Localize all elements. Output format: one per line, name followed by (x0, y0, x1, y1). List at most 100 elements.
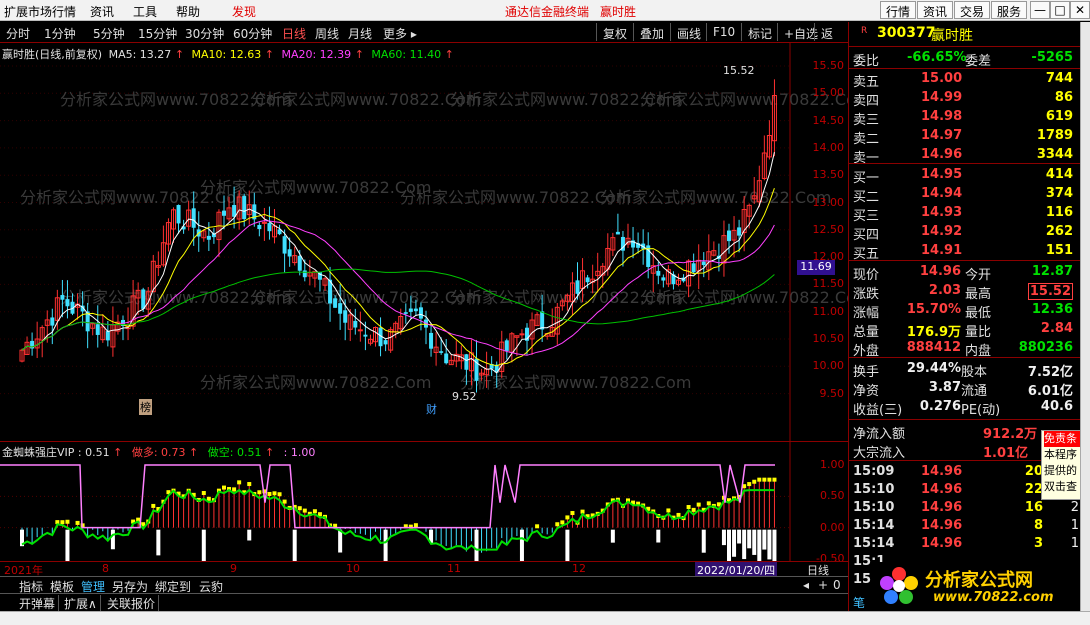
disclaimer-popup[interactable]: 免责条 本程序 提供的 双击查 (1041, 430, 1081, 500)
weibi-label: 委比 (853, 54, 880, 69)
stat-label: 最高 (965, 287, 992, 302)
stat-value: 14.96 (919, 264, 961, 279)
period-tab-daily[interactable]: 日线 (282, 25, 306, 42)
date-label: 12 (572, 562, 586, 575)
bid-volume: 414 (1045, 167, 1073, 182)
stat-label: 流通 (961, 384, 988, 399)
stat-row: 现价 14.96 今开 12.87 (849, 263, 1081, 283)
toggle-danmaku[interactable]: 开弹幕 (16, 595, 60, 612)
trade-button[interactable]: 交易 (954, 1, 991, 19)
bang-marker[interactable]: 榜 (139, 399, 152, 415)
candle (328, 266, 333, 322)
bid-row[interactable]: 买三 14.93 116 (849, 204, 1081, 224)
candle (737, 219, 742, 253)
plus-icon[interactable]: + (815, 578, 831, 592)
candle (90, 322, 96, 336)
ind-dot (247, 482, 252, 487)
candle (292, 246, 298, 266)
mark-button[interactable]: 标记 (741, 23, 778, 41)
indicator-chart[interactable]: 金蜘蛛强庄VIP : 0.51 ↑ 做多: 0.73 ↑ 做空: 0.51 ↑ … (0, 441, 848, 565)
tick-count: 2 (1070, 500, 1079, 515)
draw-line-button[interactable]: 画线 (670, 23, 707, 41)
f10-button[interactable]: F10 (706, 23, 741, 41)
menu-item-tools[interactable]: 工具 (133, 3, 157, 20)
ind-white-bar (292, 529, 297, 562)
period-tab-weekly[interactable]: 周线 (315, 25, 339, 42)
news-button[interactable]: 资讯 (917, 1, 954, 19)
period-tab-60min[interactable]: 60分钟 (233, 25, 272, 42)
bid-row[interactable]: 买五 14.91 151 (849, 242, 1081, 262)
adjust-button[interactable]: 复权 (596, 23, 633, 41)
ind-white-bar (732, 529, 737, 557)
overlay-button[interactable]: 叠加 (633, 23, 670, 41)
flow-value: 1.01亿 (983, 446, 1029, 461)
candle (661, 274, 666, 288)
quote-button[interactable]: 行情 (880, 1, 917, 19)
candle (50, 308, 55, 345)
ask-row[interactable]: 卖三 14.98 619 (849, 108, 1081, 128)
r-mark: R (861, 26, 868, 36)
ind-white-bar (110, 529, 115, 550)
candle (625, 223, 631, 249)
ind-axis-label: 1.00 (820, 458, 845, 471)
bid-row[interactable]: 买二 14.94 374 (849, 185, 1081, 205)
close-icon[interactable]: ✕ (1070, 1, 1090, 19)
indicator-tabs: 指标 模板 管理 另存为 绑定到 云豹 ◂ + 0 (0, 576, 848, 594)
service-button[interactable]: 服务 (991, 1, 1028, 19)
expand-button[interactable]: 扩展∧ (61, 595, 101, 612)
bid-row[interactable]: 买四 14.92 262 (849, 223, 1081, 243)
stat-value: 29.44% (906, 361, 961, 376)
period-tab-5min[interactable]: 5分钟 (93, 25, 125, 42)
scroll-left-icon[interactable]: ◂ (800, 578, 812, 592)
period-tab-more[interactable]: 更多 ▸ (383, 25, 417, 42)
minimize-icon[interactable]: — (1030, 1, 1050, 19)
maximize-icon[interactable]: □ (1050, 1, 1070, 19)
ask-row[interactable]: 卖四 14.99 86 (849, 89, 1081, 109)
weibi-value: -66.65% (907, 50, 967, 65)
candle (257, 222, 262, 237)
period-tab-monthly[interactable]: 月线 (348, 25, 372, 42)
ask-row[interactable]: 卖五 15.00 744 (849, 70, 1081, 90)
ask-row[interactable]: 卖二 14.97 1789 (849, 127, 1081, 147)
tick-mode-label[interactable]: 笔 (853, 594, 865, 611)
ask-price: 14.97 (921, 128, 963, 143)
weicha-value: -5265 (1031, 50, 1073, 65)
candle (509, 332, 515, 363)
ind-dot (151, 503, 156, 508)
candle (691, 253, 696, 274)
period-tab-30min[interactable]: 30分钟 (185, 25, 224, 42)
vertical-scrollbar[interactable] (1080, 22, 1090, 611)
candle (646, 232, 651, 279)
stat-label: 今开 (965, 268, 992, 283)
menu-item-discover[interactable]: 发现 (232, 3, 256, 20)
flow-label: 大宗流入 (853, 446, 906, 461)
stat-label: 现价 (853, 268, 880, 283)
candle (731, 216, 737, 258)
low-label: 9.52 (452, 390, 477, 403)
cai-marker[interactable]: 财 (426, 401, 437, 417)
candle (595, 252, 601, 293)
bid-row[interactable]: 买一 14.95 414 (849, 166, 1081, 186)
ask-row[interactable]: 卖一 14.96 3344 (849, 146, 1081, 166)
ind-white-bar (727, 529, 731, 562)
menu-item-market[interactable]: 扩展市场行情 (4, 3, 76, 20)
ask-label: 卖三 (853, 113, 880, 128)
period-tab-timeshare[interactable]: 分时 (6, 25, 30, 42)
menu-item-news[interactable]: 资讯 (90, 3, 114, 20)
price-axis-label: 10.50 (812, 332, 845, 345)
linked-quotes-button[interactable]: 关联报价 (104, 595, 160, 612)
ind-dot (60, 520, 65, 525)
ind-white-bar (474, 529, 479, 562)
bid-price: 14.91 (921, 243, 963, 258)
ind-white-bar (701, 529, 706, 553)
bid-volume: 262 (1045, 224, 1073, 239)
period-tab-15min[interactable]: 15分钟 (138, 25, 177, 42)
kline-chart[interactable]: 赢时胜(日线,前复权) MA5: 13.27 ↑ MA10: 12.63 ↑ M… (0, 42, 848, 441)
high-label: 15.52 (723, 64, 755, 77)
back-button[interactable]: 返回 (814, 23, 848, 58)
price-axis-label: 15.00 (812, 86, 845, 100)
stat-label: PE(动) (961, 403, 1001, 418)
app-title: 通达信金融终端 (505, 5, 590, 19)
menu-item-help[interactable]: 帮助 (176, 3, 200, 20)
period-tab-1min[interactable]: 1分钟 (44, 25, 76, 42)
